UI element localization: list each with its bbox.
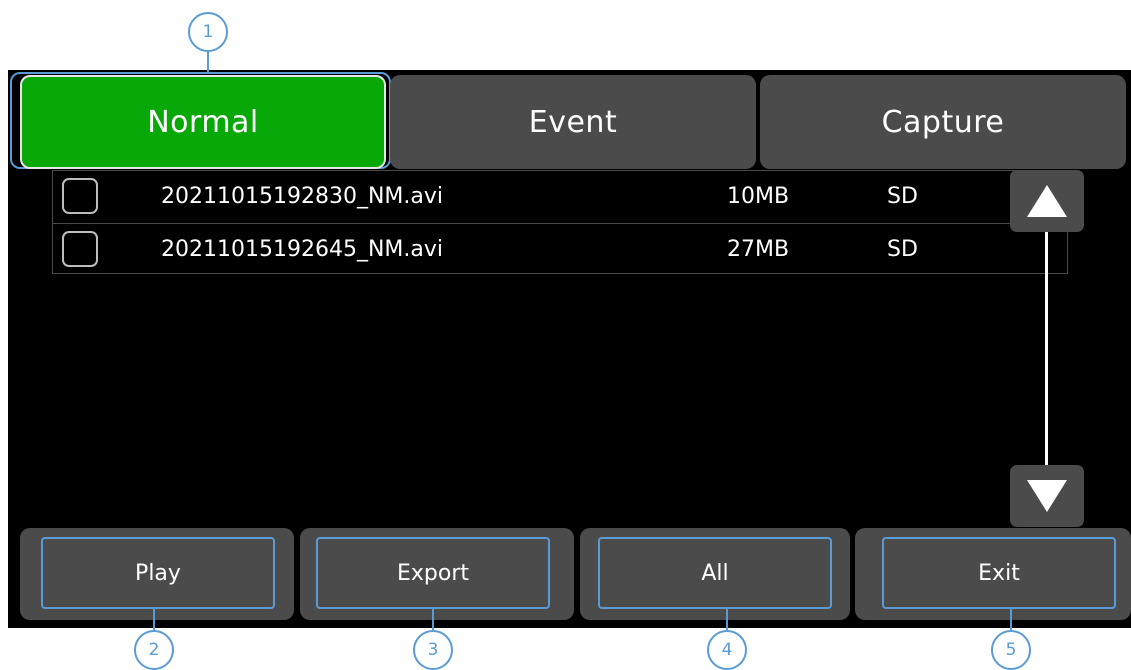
exit-button-label: Exit xyxy=(978,560,1020,586)
play-button-label: Play xyxy=(135,560,181,586)
file-name: 20211015192645_NM.avi xyxy=(161,237,444,262)
triangle-down-icon xyxy=(1027,480,1067,512)
callout-3: 3 xyxy=(413,630,453,670)
file-list: 20211015192830_NM.avi 10MB SD 2021101519… xyxy=(52,170,1068,274)
export-button-label: Export xyxy=(396,560,469,586)
triangle-up-icon xyxy=(1027,185,1067,217)
tab-normal[interactable]: Normal xyxy=(20,75,386,169)
file-row[interactable]: 20211015192830_NM.avi 10MB SD xyxy=(53,171,1067,221)
file-row[interactable]: 20211015192645_NM.avi 27MB SD xyxy=(53,223,1067,274)
callout-4: 4 xyxy=(707,630,747,670)
scroll-track[interactable] xyxy=(1045,232,1048,470)
callout-2-leader xyxy=(153,609,155,630)
callout-4-leader xyxy=(726,609,728,630)
callout-5: 5 xyxy=(991,630,1031,670)
file-size: 10MB xyxy=(727,184,790,209)
play-button[interactable]: Play xyxy=(41,537,275,609)
file-size: 27MB xyxy=(727,237,790,262)
file-storage: SD xyxy=(887,184,918,209)
callout-1-leader xyxy=(207,52,209,72)
callout-1: 1 xyxy=(188,12,228,52)
exit-button[interactable]: Exit xyxy=(882,537,1116,609)
file-checkbox[interactable] xyxy=(62,231,98,267)
all-button[interactable]: All xyxy=(598,537,832,609)
tab-event[interactable]: Event xyxy=(390,75,756,169)
callout-2: 2 xyxy=(134,630,174,670)
tab-capture-label: Capture xyxy=(881,104,1005,140)
file-checkbox[interactable] xyxy=(62,178,98,214)
file-name: 20211015192830_NM.avi xyxy=(161,184,444,209)
all-button-label: All xyxy=(701,560,729,586)
tab-normal-label: Normal xyxy=(147,104,259,140)
scroll-down-button[interactable] xyxy=(1010,465,1084,527)
file-storage: SD xyxy=(887,237,918,262)
scroll-up-button[interactable] xyxy=(1010,170,1084,232)
export-button[interactable]: Export xyxy=(316,537,550,609)
callout-3-leader xyxy=(432,609,434,630)
tab-capture[interactable]: Capture xyxy=(760,75,1126,169)
callout-5-leader xyxy=(1010,609,1012,630)
tab-event-label: Event xyxy=(528,104,618,140)
